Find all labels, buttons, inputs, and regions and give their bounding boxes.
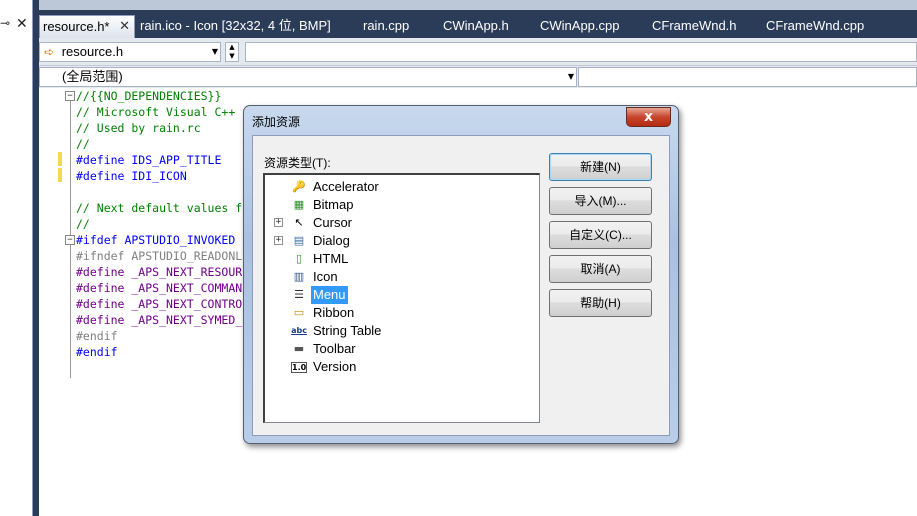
tree-item-label: Toolbar <box>313 341 356 356</box>
new-button[interactable]: 新建(N) <box>549 153 652 181</box>
tree-item-label: Dialog <box>313 233 350 248</box>
document-tab-bar: resource.h* ✕ rain.ico - Icon [32x32, 4 … <box>39 10 917 38</box>
resource-type-label: 资源类型(T): <box>264 156 331 170</box>
tab-label: CFrameWnd.h <box>652 18 737 33</box>
scope-bar: (全局范围) ▼ <box>39 66 917 88</box>
ribbon-icon: ▭ <box>293 306 305 319</box>
add-resource-dialog: 添加资源 x 资源类型(T): 🔑 Accelerator ▦ Bitmap +… <box>243 105 679 444</box>
navigation-bar: ➪ resource.h ▼ ▲ ▼ <box>39 38 917 66</box>
code-line: #endif <box>76 329 118 343</box>
side-panel-strip: ⊸ ✕ <box>0 0 33 516</box>
code-line: #ifndef APSTUDIO_READONL <box>76 249 243 263</box>
tree-item-label: HTML <box>313 251 349 266</box>
code-line: #endif <box>76 345 118 359</box>
dialog-body: 资源类型(T): 🔑 Accelerator ▦ Bitmap + ↖ Curs… <box>252 135 670 436</box>
close-dialog-button[interactable]: x <box>626 107 671 127</box>
string-table-icon: abc <box>291 326 307 335</box>
tab-cframewnd-h[interactable]: CFrameWnd.h <box>652 15 737 38</box>
toolbar-icon: ▬ <box>293 342 305 355</box>
tree-item-label: Bitmap <box>313 197 354 212</box>
file-dropdown[interactable]: ➪ resource.h ▼ <box>39 42 221 62</box>
tree-item-label: Version <box>313 359 357 374</box>
top-toolbar-strip <box>39 0 917 10</box>
collapse-icon[interactable]: − <box>65 91 75 101</box>
close-tab-icon[interactable]: ✕ <box>119 16 130 38</box>
code-line: // <box>76 217 90 231</box>
close-panel-icon[interactable]: ✕ <box>16 16 28 32</box>
resource-type-tree[interactable]: 🔑 Accelerator ▦ Bitmap + ↖ Cursor + ▤ Di… <box>263 173 540 423</box>
code-line: // Next default values f <box>76 201 243 215</box>
code-line: #define IDS_APP_TITLE <box>76 153 222 167</box>
dialog-icon: ▤ <box>293 234 305 247</box>
menu-icon: ☰ <box>294 288 304 301</box>
scope-member-dropdown[interactable] <box>578 67 917 87</box>
tab-rain-ico[interactable]: rain.ico - Icon [32x32, 4 位, BMP] <box>140 15 331 38</box>
tab-label: rain.ico - Icon [32x32, 4 位, BMP] <box>140 18 331 33</box>
tab-cframewnd-cpp[interactable]: CFrameWnd.cpp <box>766 15 864 38</box>
editor-gutter <box>39 88 59 516</box>
icon-resource-icon: ▥ <box>293 270 305 283</box>
code-line: #define IDI_ICON <box>76 169 187 183</box>
chevron-down-icon: ▼ <box>211 47 218 56</box>
cancel-button[interactable]: 取消(A) <box>549 255 652 283</box>
code-line: // <box>76 137 90 151</box>
expand-icon[interactable]: + <box>274 236 283 245</box>
code-line: // Microsoft Visual C++ <box>76 105 236 119</box>
chevron-down-icon: ▼ <box>567 72 574 81</box>
tab-label: rain.cpp <box>363 18 410 33</box>
tree-item-label: Ribbon <box>313 305 355 320</box>
tab-cwinapp-h[interactable]: CWinApp.h <box>443 15 509 38</box>
tab-rain-cpp[interactable]: rain.cpp <box>363 15 409 38</box>
accelerator-icon: 🔑 <box>292 180 306 193</box>
scope-dropdown-value: (全局范围) <box>62 69 123 84</box>
tree-item-label: Cursor <box>313 215 353 230</box>
expand-icon[interactable]: + <box>274 218 283 227</box>
code-line: #define _APS_NEXT_RESOUR <box>76 265 243 279</box>
bitmap-icon: ▦ <box>293 198 305 211</box>
tab-label: CWinApp.h <box>443 18 509 33</box>
version-icon: 1.0 <box>291 362 307 373</box>
tree-item-label: Menu <box>311 286 348 304</box>
tree-item-label: Icon <box>313 269 338 284</box>
dialog-title: 添加资源 <box>252 115 301 129</box>
pin-icon[interactable]: ⊸ <box>0 16 12 32</box>
tab-label: CWinApp.cpp <box>540 18 620 33</box>
code-line: #ifdef APSTUDIO_INVOKED <box>76 233 236 247</box>
tab-label: resource.h* <box>43 19 110 34</box>
scope-dropdown[interactable]: (全局范围) ▼ <box>39 67 577 87</box>
code-line: #define _APS_NEXT_CONTRO <box>76 297 243 311</box>
custom-button[interactable]: 自定义(C)... <box>549 221 652 249</box>
code-line: //{{NO_DEPENDENCIES}} <box>76 89 222 103</box>
member-dropdown[interactable] <box>245 42 917 62</box>
code-line: // Used by rain.rc <box>76 121 201 135</box>
collapse-icon[interactable]: − <box>65 235 75 245</box>
change-marker <box>58 152 62 166</box>
cursor-icon: ↖ <box>294 216 304 229</box>
tab-label: CFrameWnd.cpp <box>766 18 865 33</box>
help-button[interactable]: 帮助(H) <box>549 289 652 317</box>
code-line: #define _APS_NEXT_COMMAN <box>76 281 243 295</box>
tab-resource-h[interactable]: resource.h* ✕ <box>39 15 135 38</box>
tree-item-label: String Table <box>313 323 382 338</box>
code-line: #define _APS_NEXT_SYMED_ <box>76 313 243 327</box>
arrow-right-icon: ➪ <box>44 45 55 59</box>
spin-buttons[interactable]: ▲ ▼ <box>225 42 239 62</box>
html-icon: ▯ <box>295 252 303 265</box>
file-dropdown-value: resource.h <box>61 44 124 59</box>
tree-item-label: Accelerator <box>313 179 379 194</box>
change-marker <box>58 168 62 182</box>
tab-cwinapp-cpp[interactable]: CWinApp.cpp <box>540 15 619 38</box>
import-button[interactable]: 导入(M)... <box>549 187 652 215</box>
